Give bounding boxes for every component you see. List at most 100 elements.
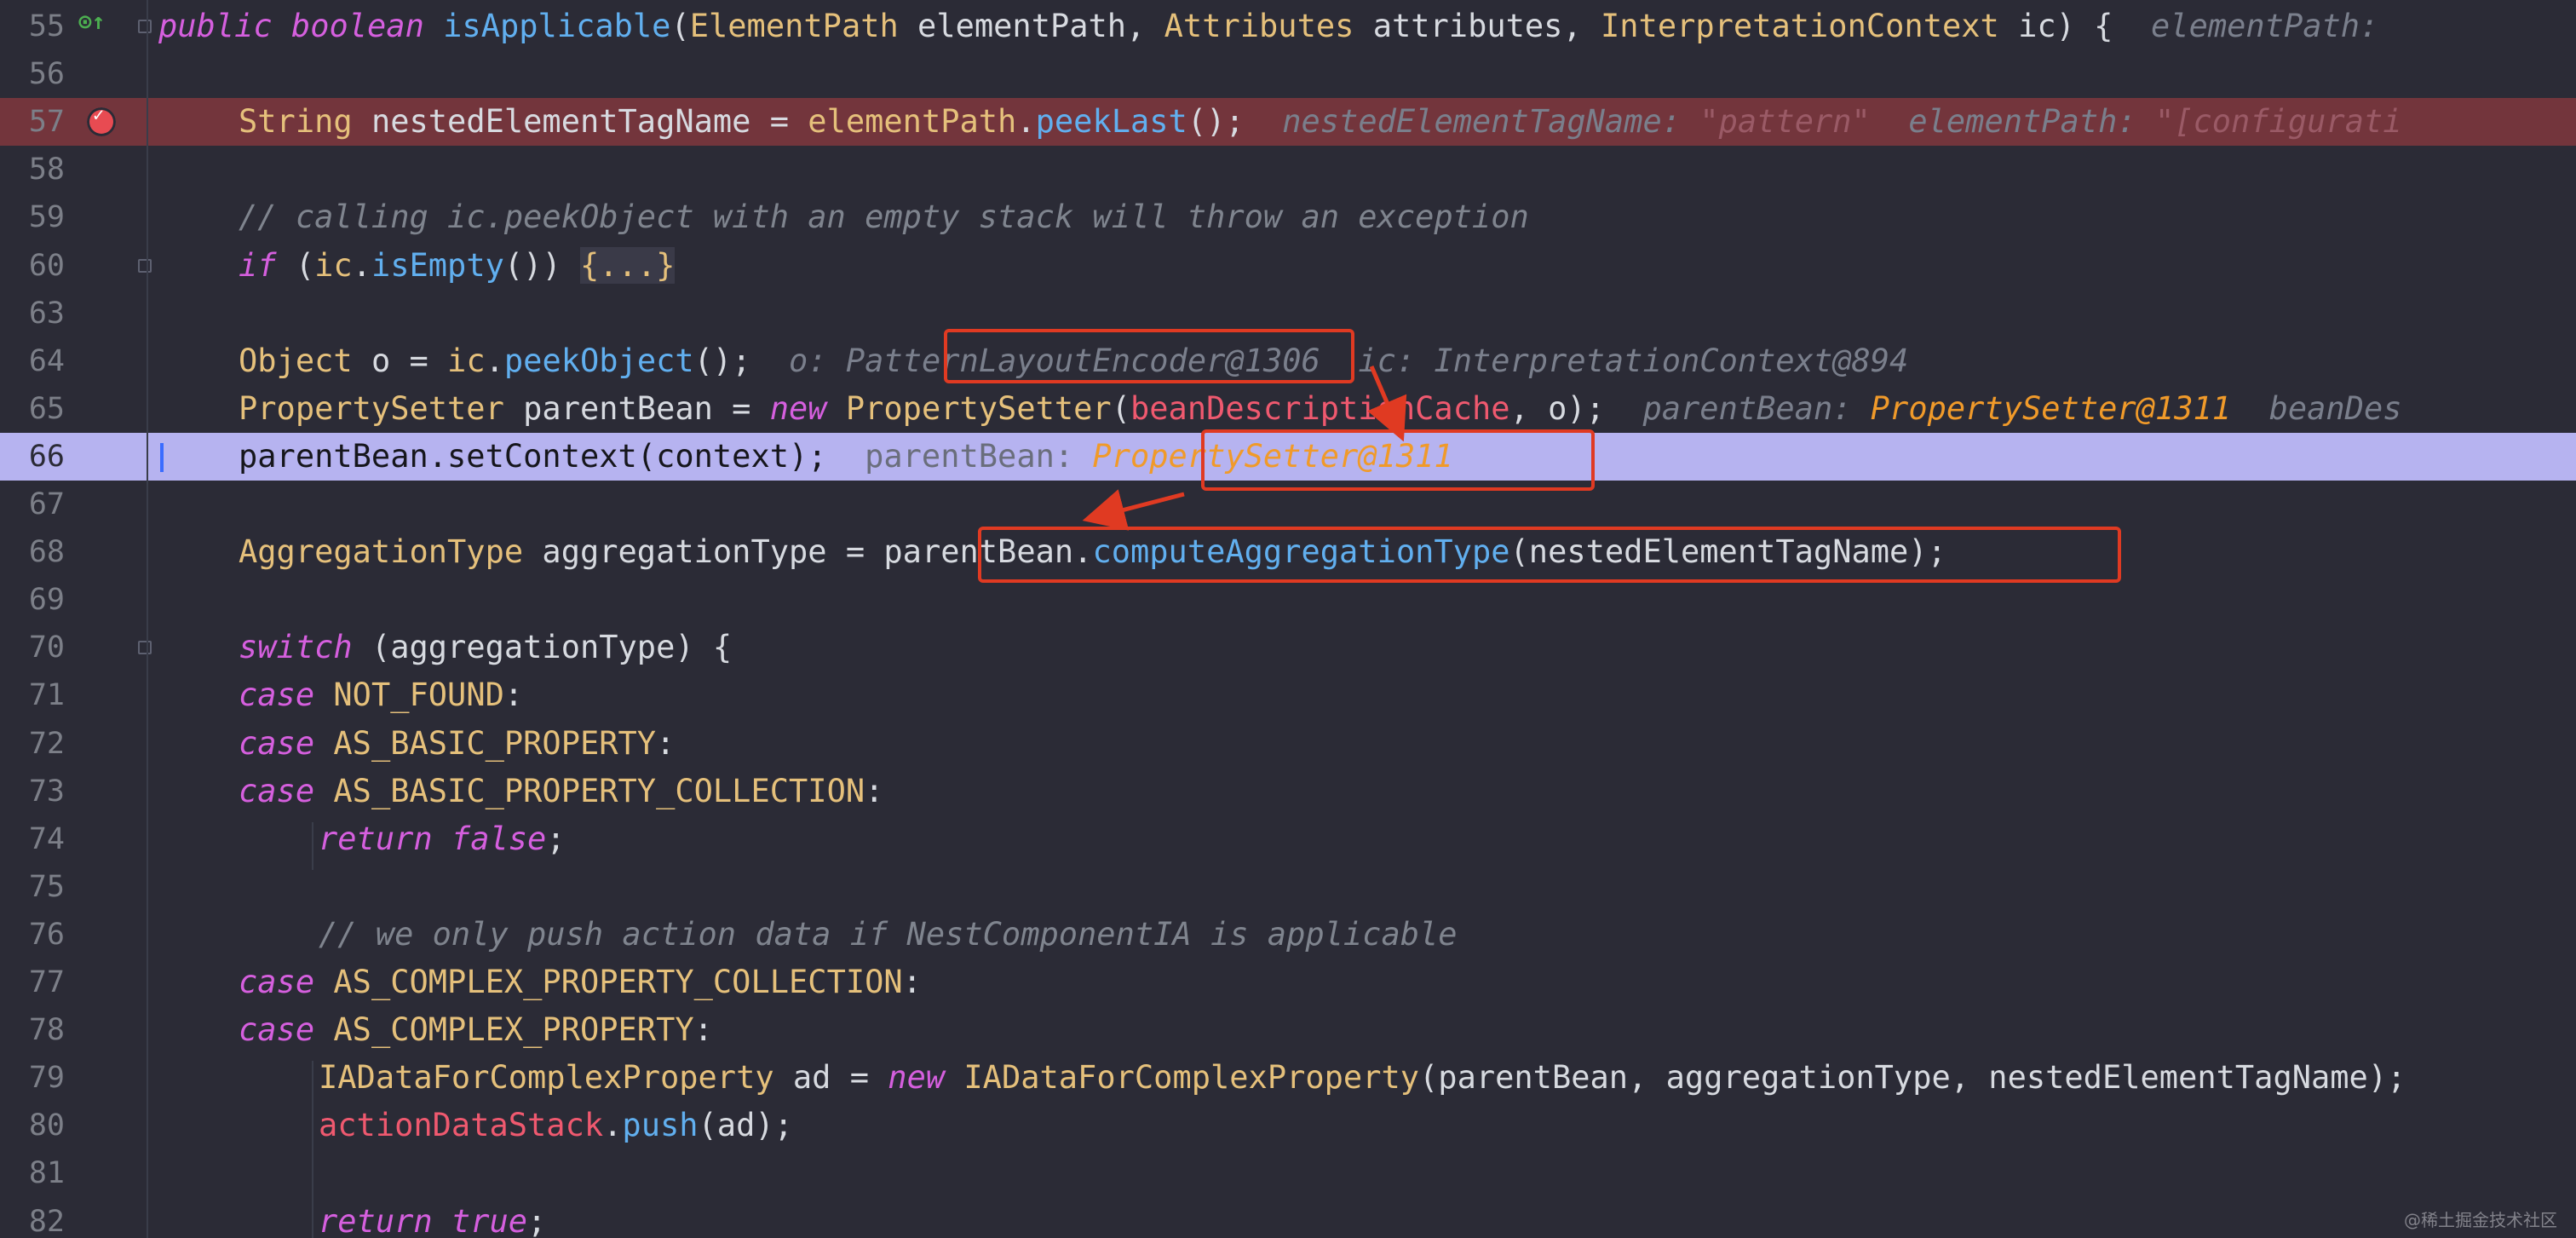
code-text[interactable]: // we only push action data if NestCompo… [319, 911, 1458, 959]
code-line[interactable]: 76 // we only push action data if NestCom… [0, 911, 2576, 959]
code-token: ( [295, 246, 315, 284]
code-line[interactable]: 69 [0, 576, 2576, 624]
code-line[interactable]: 79 IADataForComplexProperty ad = new IADa… [0, 1054, 2576, 1102]
code-text[interactable]: parentBean.setContext(context); parentBe… [239, 433, 1453, 481]
code-token: : [656, 724, 676, 762]
line-number[interactable]: 66 [0, 433, 65, 481]
override-marker-icon[interactable]: ⊙↑ [78, 9, 105, 35]
code-line[interactable]: 73 case AS_BASIC_PROPERTY_COLLECTION: [0, 768, 2576, 815]
code-token: elementPath: [1870, 103, 2155, 141]
line-number[interactable]: 82 [0, 1198, 65, 1238]
code-line[interactable]: 58 [0, 146, 2576, 193]
line-number[interactable]: 68 [0, 528, 65, 576]
code-text[interactable]: if (ic.isEmpty()) {...} [239, 242, 676, 290]
code-line[interactable]: 56 [0, 50, 2576, 98]
fold-marker-icon[interactable] [138, 641, 152, 655]
code-line[interactable]: 60 if (ic.isEmpty()) {...} [0, 242, 2576, 290]
line-number[interactable]: 69 [0, 576, 65, 624]
code-text[interactable]: case AS_COMPLEX_PROPERTY_COLLECTION: [239, 959, 922, 1006]
line-number[interactable]: 59 [0, 193, 65, 241]
text-caret [160, 442, 164, 472]
line-number[interactable]: 75 [0, 863, 65, 911]
code-line[interactable]: 68 AggregationType aggregationType = pare… [0, 528, 2576, 576]
code-line[interactable]: 65 PropertySetter parentBean = new Proper… [0, 385, 2576, 433]
code-text[interactable]: Object o = ic.peekObject(); o: PatternLa… [239, 337, 1908, 385]
code-text[interactable]: case NOT_FOUND: [239, 671, 523, 719]
code-token: isApplicable [443, 8, 671, 44]
code-token: . [485, 342, 504, 379]
code-editor[interactable]: 55 public boolean isApplicable(ElementPat… [0, 0, 2576, 1238]
code-line[interactable]: 57 String nestedElementTagName = elementP… [0, 98, 2576, 147]
code-token: switch [239, 629, 371, 666]
code-line[interactable]: 70 switch (aggregationType) { [0, 624, 2576, 671]
line-number[interactable]: 77 [0, 959, 65, 1006]
code-token: : [693, 1011, 713, 1049]
line-number[interactable]: 70 [0, 624, 65, 671]
code-line[interactable]: 67 [0, 481, 2576, 528]
code-line[interactable]: 72 case AS_BASIC_PROPERTY: [0, 720, 2576, 768]
line-number[interactable]: 60 [0, 242, 65, 290]
code-line[interactable]: 75 [0, 863, 2576, 911]
code-line[interactable]: 78 case AS_COMPLEX_PROPERTY: [0, 1006, 2576, 1054]
code-token: ic) { [2018, 8, 2152, 44]
code-token: ; [527, 1202, 547, 1238]
code-token: PropertySetter@1311 [1092, 437, 1453, 475]
code-token: PropertySetter [845, 389, 1112, 427]
code-line[interactable]: 77 case AS_COMPLEX_PROPERTY_COLLECTION: [0, 959, 2576, 1006]
code-token: ic [447, 342, 486, 379]
code-text[interactable]: public boolean isApplicable(ElementPath … [158, 3, 2398, 50]
line-number[interactable]: 71 [0, 671, 65, 719]
code-text[interactable]: IADataForComplexProperty ad = new IAData… [319, 1054, 2406, 1102]
line-number[interactable]: 58 [0, 146, 65, 193]
code-token: nestedElementTagName: [1282, 103, 1700, 141]
code-line[interactable]: 63 [0, 290, 2576, 337]
indent-guide [312, 821, 313, 870]
line-number[interactable]: 57 [0, 98, 65, 146]
code-text[interactable]: String nestedElementTagName = elementPat… [239, 98, 2402, 146]
line-number[interactable]: 81 [0, 1149, 65, 1197]
line-number[interactable]: 80 [0, 1102, 65, 1149]
code-text[interactable]: switch (aggregationType) { [239, 624, 732, 671]
folded-code-region[interactable]: {...} [580, 246, 676, 284]
code-text[interactable]: case AS_BASIC_PROPERTY_COLLECTION: [239, 768, 883, 815]
code-text[interactable]: AggregationType aggregationType = parent… [239, 528, 1946, 576]
check-icon: ✓ [93, 105, 105, 127]
code-text[interactable]: PropertySetter parentBean = new Property… [239, 385, 2402, 433]
code-text[interactable]: actionDataStack.push(ad); [319, 1102, 793, 1149]
line-number[interactable]: 76 [0, 911, 65, 959]
code-token: (); [1187, 103, 1283, 141]
code-line[interactable]: 64 Object o = ic.peekObject(); o: Pattern… [0, 337, 2576, 385]
code-line[interactable]: 82 return true; [0, 1198, 2576, 1238]
code-token: // calling ic.peekObject with an empty s… [239, 199, 1529, 236]
fold-marker-icon[interactable] [138, 20, 152, 33]
code-text[interactable]: return true; [319, 1198, 546, 1238]
code-line[interactable]: 80 actionDataStack.push(ad); [0, 1102, 2576, 1149]
line-number[interactable]: 72 [0, 720, 65, 768]
code-line[interactable]: 71 case NOT_FOUND: [0, 671, 2576, 719]
code-line[interactable]: 81 [0, 1149, 2576, 1197]
line-number[interactable]: 55 [0, 3, 65, 50]
code-token: Object [239, 342, 371, 379]
code-text[interactable]: // calling ic.peekObject with an empty s… [239, 193, 1529, 241]
code-line[interactable]: 55 public boolean isApplicable(ElementPat… [0, 3, 2576, 50]
line-number[interactable]: 67 [0, 481, 65, 528]
code-text[interactable]: case AS_COMPLEX_PROPERTY: [239, 1006, 713, 1054]
code-token: InterpretationContext [1601, 8, 2019, 44]
line-number[interactable]: 56 [0, 50, 65, 98]
code-token: AS_COMPLEX_PROPERTY_COLLECTION [333, 964, 903, 1000]
code-line[interactable]: 74 return false; [0, 815, 2576, 863]
line-number[interactable]: 79 [0, 1054, 65, 1102]
code-text[interactable]: return false; [319, 815, 566, 863]
code-line[interactable]: 59 // calling ic.peekObject with an empty… [0, 193, 2576, 241]
line-number[interactable]: 63 [0, 290, 65, 337]
code-token: case [239, 677, 334, 714]
line-number[interactable]: 64 [0, 337, 65, 385]
line-number[interactable]: 74 [0, 815, 65, 863]
fold-marker-icon[interactable] [138, 258, 152, 273]
code-text[interactable]: case AS_BASIC_PROPERTY: [239, 720, 675, 768]
line-number[interactable]: 78 [0, 1006, 65, 1054]
code-token: ad = [792, 1059, 888, 1097]
line-number[interactable]: 65 [0, 385, 65, 433]
code-line[interactable]: 66 parentBean.setContext(context); parent… [0, 432, 2576, 481]
line-number[interactable]: 73 [0, 768, 65, 815]
